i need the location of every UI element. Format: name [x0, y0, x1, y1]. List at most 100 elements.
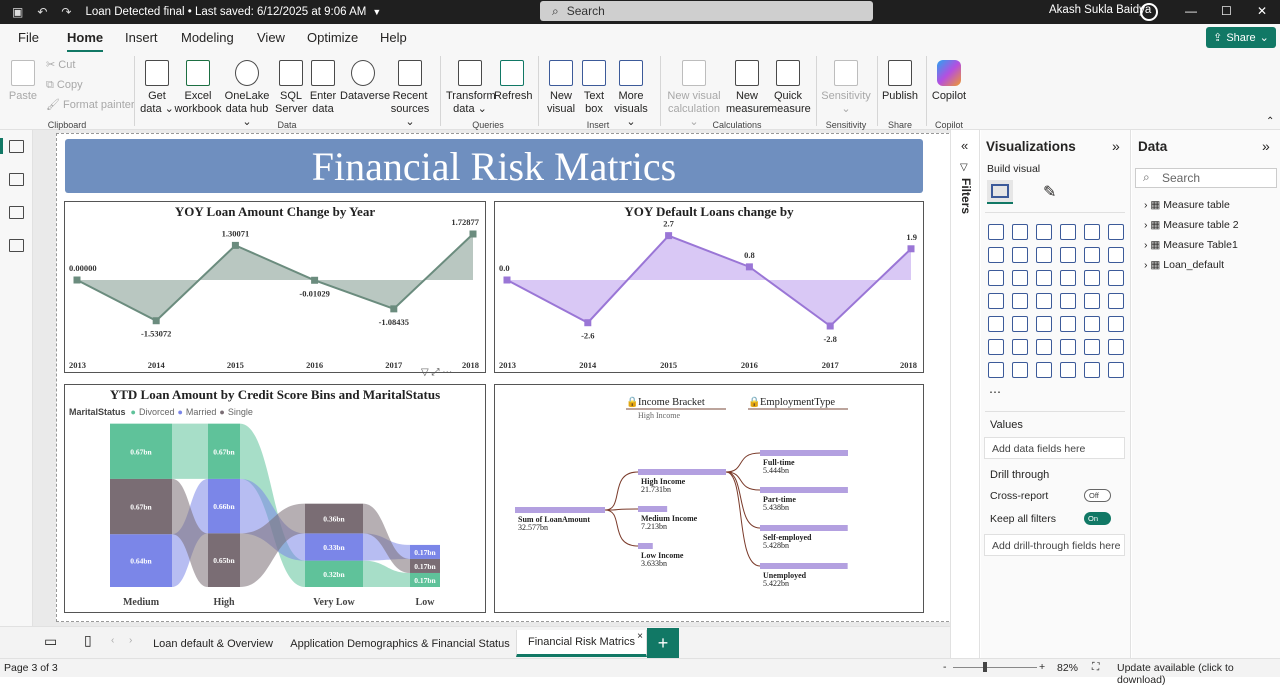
menu-home[interactable]: Home [67, 30, 104, 53]
line-column-icon[interactable] [1084, 247, 1100, 263]
scatter-icon[interactable] [1060, 270, 1076, 286]
save-icon[interactable]: ▣ [12, 5, 23, 19]
more-visuals-button[interactable]: More visuals ⌄ [610, 60, 652, 129]
close-icon[interactable]: ✕ [1257, 4, 1267, 18]
card-icon[interactable] [1108, 293, 1124, 309]
slicer-icon[interactable] [1036, 316, 1052, 332]
kpi-icon[interactable] [1012, 316, 1028, 332]
stacked-column-icon[interactable] [1012, 224, 1028, 240]
drill-through-well[interactable]: Add drill-through fields here [984, 534, 1125, 556]
sensitivity-button[interactable]: Sensitivity ⌄ [820, 60, 872, 116]
chevron-down-icon[interactable]: ▼ [372, 7, 381, 17]
menu-file[interactable]: File [18, 30, 39, 45]
search-box[interactable]: ⌕ Search [540, 1, 873, 21]
narrative-icon[interactable] [1084, 339, 1100, 355]
format-painter-button[interactable]: 🖌 Format painter [46, 98, 135, 111]
paste-button[interactable]: Paste [8, 60, 38, 103]
decomposition-tree[interactable]: 🔒 Income Bracket High Income 🔒 EmploymentTyp… [494, 384, 924, 613]
power-apps-icon[interactable] [1012, 362, 1028, 378]
more-icon[interactable] [1108, 362, 1124, 378]
sql-server-button[interactable]: SQL Server [275, 60, 307, 116]
azure-map-icon[interactable] [1060, 293, 1076, 309]
avatar-icon[interactable] [1140, 3, 1158, 21]
visual-header-icons[interactable]: ▽ ⤢ ⋯ [421, 367, 452, 378]
goals-icon[interactable] [1108, 339, 1124, 355]
metrics-icon[interactable] [1060, 362, 1076, 378]
redo-icon[interactable]: ↷ [61, 5, 71, 19]
report-view-icon[interactable] [9, 140, 24, 153]
dax-query-view-icon[interactable] [9, 239, 24, 252]
expand-filters-icon[interactable]: « [961, 138, 968, 153]
filter-icon[interactable]: ▽ [421, 367, 429, 378]
decomposition-tree-icon[interactable] [1036, 339, 1052, 355]
paginated-report-icon[interactable] [988, 362, 1004, 378]
zoom-level[interactable]: 82% [1057, 662, 1078, 674]
collapse-pane-icon[interactable]: » [1112, 138, 1120, 154]
menu-view[interactable]: View [257, 30, 285, 45]
scroll-right-icon[interactable]: › [129, 635, 132, 646]
gauge-icon[interactable] [1084, 293, 1100, 309]
chart-ytd-loan-amount-ribbon[interactable]: YTD Loan Amount by Credit Score Bins and… [64, 384, 486, 613]
more-visuals-icon[interactable]: ⋯ [989, 385, 1001, 399]
collapse-ribbon-icon[interactable]: ⌃ [1266, 116, 1274, 127]
zoom-out-icon[interactable]: - [943, 661, 947, 673]
refresh-button[interactable]: Refresh [494, 60, 533, 103]
values-well[interactable]: Add data fields here [984, 437, 1125, 459]
format-visual-icon[interactable]: ✎ [1043, 182, 1056, 202]
new-measure-button[interactable]: New measure [726, 60, 769, 116]
table-view-icon[interactable] [9, 173, 24, 186]
menu-optimize[interactable]: Optimize [307, 30, 358, 45]
menu-modeling[interactable]: Modeling [181, 30, 234, 45]
tab-application-demographics[interactable]: Application Demographics & Financial Sta… [285, 630, 515, 657]
onelake-data-hub-button[interactable]: OneLake data hub ⌄ [222, 60, 272, 129]
r-visual-icon[interactable] [1108, 316, 1124, 332]
focus-mode-icon[interactable]: ⤢ [431, 367, 439, 378]
minimize-icon[interactable]: — [1185, 4, 1197, 18]
undo-icon[interactable]: ↶ [37, 5, 47, 19]
collapse-data-pane-icon[interactable]: » [1262, 138, 1270, 154]
waterfall-icon[interactable] [1012, 270, 1028, 286]
area-chart-icon[interactable] [1012, 247, 1028, 263]
tab-financial-risk-matrics[interactable]: Financial Risk Matrics × [516, 630, 647, 657]
donut-icon[interactable] [1108, 270, 1124, 286]
menu-help[interactable]: Help [380, 30, 407, 45]
zoom-slider-thumb[interactable] [983, 662, 987, 672]
multi-row-card-icon[interactable] [988, 316, 1004, 332]
transform-data-button[interactable]: Transform data ⌄ [446, 60, 496, 116]
maximize-icon[interactable]: ☐ [1221, 4, 1232, 18]
stacked-bar-icon[interactable] [988, 224, 1004, 240]
desktop-layout-icon[interactable]: ▭ [44, 633, 57, 650]
new-visual-button[interactable]: New visual [544, 60, 578, 116]
chart-yoy-default-loans[interactable]: YOY Default Loans change by 0.0 2013 -2.6 2… [494, 201, 924, 373]
tab-loan-default-overview[interactable]: Loan default & Overview [142, 630, 284, 657]
treemap-icon[interactable] [988, 293, 1004, 309]
power-automate-icon[interactable] [1036, 362, 1052, 378]
chart-yoy-loan-amount[interactable]: YOY Loan Amount Change by Year 0.00000 20… [64, 201, 486, 373]
filters-pane[interactable]: « ▽ Filters [950, 130, 980, 658]
table-measure-table[interactable]: › ▦ Measure table [1144, 199, 1230, 211]
document-title[interactable]: Loan Detected final • Last saved: 6/12/2… [85, 6, 366, 18]
matrix-icon[interactable] [1084, 316, 1100, 332]
table-measure-table1[interactable]: › ▦ Measure Table1 [1144, 239, 1238, 251]
table-measure-table-2[interactable]: › ▦ Measure table 2 [1144, 219, 1239, 231]
zoom-slider[interactable] [953, 667, 1037, 668]
filled-map-icon[interactable] [1036, 293, 1052, 309]
dataverse-button[interactable]: Dataverse [340, 60, 390, 103]
close-tab-icon[interactable]: × [637, 631, 643, 642]
qa-icon[interactable] [1060, 339, 1076, 355]
table-loan-default[interactable]: › ▦ Loan_default [1144, 259, 1224, 271]
share-button[interactable]: ⇪ Share ⌄ [1206, 27, 1276, 48]
mobile-layout-icon[interactable]: ▯ [84, 632, 92, 649]
copilot-button[interactable]: Copilot [930, 60, 968, 103]
enter-data-button[interactable]: Enter data [309, 60, 337, 116]
cut-button[interactable]: ✂ Cut [46, 58, 75, 71]
python-visual-icon[interactable] [988, 339, 1004, 355]
funnel-icon[interactable] [1036, 270, 1052, 286]
add-page-button[interactable]: + [647, 628, 679, 658]
get-data-button[interactable]: Get data ⌄ [140, 60, 174, 116]
line-chart-icon[interactable] [988, 247, 1004, 263]
menu-insert[interactable]: Insert [125, 30, 158, 45]
copy-button[interactable]: ⧉ Copy [46, 79, 83, 92]
build-visual-tab[interactable] [987, 180, 1013, 204]
keep-all-filters-toggle[interactable]: On [1084, 512, 1111, 525]
